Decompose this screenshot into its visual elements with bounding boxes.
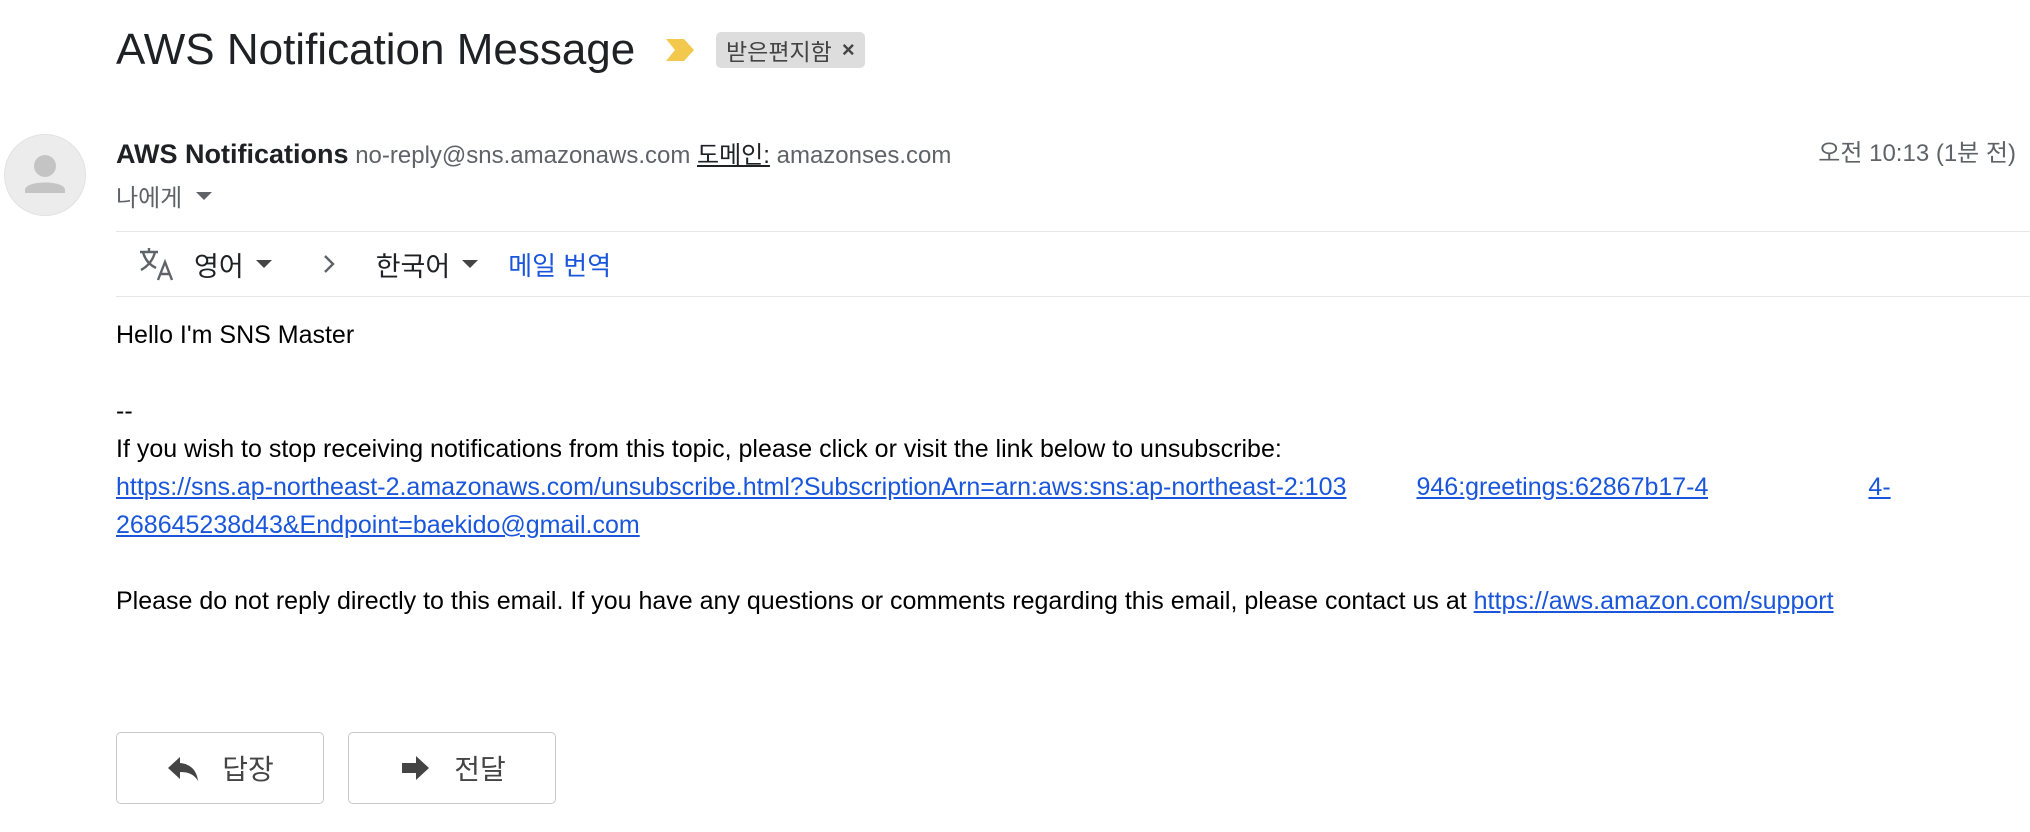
label-chip-text: 받은편지함 (726, 39, 832, 65)
translate-message-link[interactable]: 메일 번역 (508, 246, 611, 283)
remove-label-button[interactable]: × (842, 37, 855, 63)
domain-label[interactable]: 도메인: (697, 142, 770, 169)
message-body: Hello I'm SNS Master -- If you wish to s… (116, 316, 1891, 620)
chevron-down-icon (255, 260, 272, 268)
translate-icon (140, 248, 174, 281)
translate-bar: 영어 한국어 메일 번역 (116, 232, 2030, 296)
chevron-down-icon (196, 191, 213, 200)
source-language-select[interactable]: 영어 (194, 245, 272, 284)
forward-button[interactable]: 전달 (348, 732, 556, 804)
unsubscribe-text: If you wish to stop receiving notificati… (116, 435, 1282, 463)
unsubscribe-link-continued[interactable]: 268645238d43&Endpoint=baekido@gmail.com (116, 511, 640, 539)
sender-avatar[interactable] (4, 134, 86, 216)
redacted-region (1708, 473, 1869, 504)
recipient-details-toggle[interactable]: 나에게 (116, 178, 213, 213)
default-avatar-icon (25, 155, 65, 193)
greeting: Hello I'm SNS Master (116, 321, 355, 349)
target-language-select[interactable]: 한국어 (376, 245, 479, 284)
reply-button[interactable]: 답장 (116, 732, 324, 804)
label-chip-inbox: 받은편지함 × (716, 32, 865, 68)
importance-marker-icon[interactable] (664, 36, 696, 64)
chevron-right-icon (323, 255, 335, 273)
sender-email: no-reply@sns.amazonaws.com (355, 142, 691, 169)
recipient-label: 나에게 (116, 185, 183, 212)
forward-arrow-icon (402, 756, 430, 780)
redacted-region (1346, 476, 1417, 501)
message-date: 오전 10:13 (1분 전) (1818, 140, 2016, 167)
chevron-down-icon (462, 260, 479, 268)
forward-label: 전달 (454, 754, 506, 785)
sender-domain: amazonses.com (776, 142, 952, 169)
unsubscribe-link[interactable]: https://sns.ap-northeast-2.amazonaws.com… (116, 473, 1891, 504)
target-language: 한국어 (375, 251, 451, 282)
divider (116, 296, 2030, 297)
sender-info: AWS Notifications no-reply@sns.amazonaws… (116, 138, 951, 172)
signature-separator: -- (116, 397, 133, 425)
reply-label: 답장 (222, 754, 274, 785)
support-link[interactable]: https://aws.amazon.com/support (1474, 587, 1834, 615)
reply-arrow-icon (168, 757, 199, 781)
email-subject: AWS Notification Message (116, 25, 636, 74)
source-language: 영어 (194, 251, 244, 282)
footer-text: Please do not reply directly to this ema… (116, 587, 1474, 615)
sender-name[interactable]: AWS Notifications (116, 139, 349, 169)
